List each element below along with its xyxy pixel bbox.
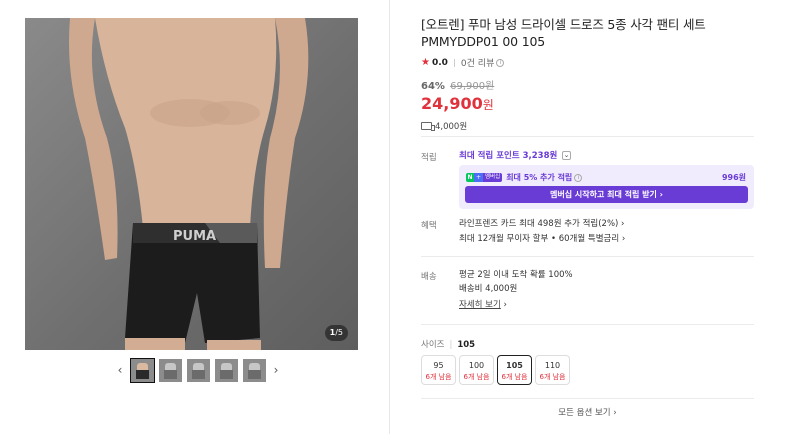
- max-points-link[interactable]: 최대 적립 포인트 3,238원: [459, 151, 557, 161]
- thumbnail-2[interactable]: [158, 358, 182, 382]
- original-price-row: 64% 69,900원: [421, 77, 754, 92]
- npay-membership-label: 멤버십: [483, 173, 503, 182]
- thumbnail-5[interactable]: [242, 358, 266, 382]
- section-divider: [421, 324, 754, 325]
- size-stock: 6개 남음: [539, 373, 566, 381]
- points-label: 적립: [421, 153, 437, 163]
- membership-info: N + 멤버십 최대 5% 추가 적립 i: [466, 172, 583, 183]
- divider: [453, 58, 455, 67]
- delivery-arrival: 평균 2일 이내 도착 확률 100%: [459, 270, 573, 280]
- size-stock: 6개 남음: [463, 373, 490, 381]
- discount-rate: 64%: [421, 81, 445, 92]
- size-header: 사이즈 | 105: [421, 340, 476, 350]
- membership-text: 최대 5% 추가 적립: [506, 173, 573, 182]
- thumbnail-strip: ‹ ›: [112, 357, 284, 383]
- truck-icon: [421, 122, 435, 131]
- size-value: 100: [468, 361, 485, 370]
- rating-row: ★ 0.0 0건 리뷰 i: [421, 56, 754, 69]
- product-info: [오트렌] 푸마 남성 드라이셀 드로즈 5종 사각 팬티 세트 PMMYDDP…: [421, 16, 754, 132]
- npay-n-logo: N: [466, 173, 474, 182]
- size-stock: 6개 남음: [425, 373, 452, 381]
- panel-divider: [389, 0, 390, 434]
- size-stock: 6개 남음: [501, 373, 528, 381]
- size-option-100[interactable]: 100 6개 남음: [459, 355, 494, 385]
- delivery-label: 배송: [421, 272, 437, 282]
- size-value: 105: [506, 361, 523, 370]
- benefits-label: 혜택: [421, 221, 437, 231]
- price-unit: 원: [482, 98, 494, 112]
- benefits-list: 라인프렌즈 카드 최대 498원 추가 적립(2%) › 최대 12개월 무이자…: [459, 218, 625, 246]
- product-title: [오트렌] 푸마 남성 드라이셀 드로즈 5종 사각 팬티 세트 PMMYDDP…: [421, 17, 706, 49]
- points-row: 최대 적립 포인트 3,238원 ⌄: [459, 150, 572, 163]
- sale-price: 24,900원: [421, 94, 754, 113]
- membership-amount: 996원: [721, 173, 746, 182]
- star-icon: ★: [421, 57, 430, 68]
- shipping-fee-row: 4,000원: [421, 120, 754, 132]
- main-product-image[interactable]: PUMA 1/5: [25, 18, 358, 350]
- delivery-more-link[interactable]: 자세히 보기 ›: [459, 299, 573, 312]
- size-option-105[interactable]: 105 6개 남음: [497, 355, 532, 385]
- thumbnail-prev-button[interactable]: ‹: [112, 358, 128, 382]
- size-value: 110: [544, 361, 561, 370]
- size-label: 사이즈: [421, 340, 445, 350]
- section-divider: [421, 136, 754, 137]
- shipping-fee: 4,000원: [435, 122, 468, 132]
- size-option-95[interactable]: 95 6개 남음: [421, 355, 456, 385]
- benefit-card-link[interactable]: 라인프렌즈 카드 최대 498원 추가 적립(2%) ›: [459, 218, 625, 231]
- membership-start-button[interactable]: 멤버십 시작하고 최대 적립 받기 ›: [465, 186, 748, 203]
- size-option-110[interactable]: 110 6개 남음: [535, 355, 570, 385]
- thumbnail-4[interactable]: [214, 358, 238, 382]
- all-options-link[interactable]: 모든 옵션 보기 ›: [421, 406, 754, 418]
- delivery-fee: 배송비 4,000원: [459, 284, 518, 294]
- thumbnail-1[interactable]: [129, 357, 155, 383]
- product-photo: PUMA: [69, 18, 309, 350]
- section-divider: [421, 256, 754, 257]
- rating-value: 0.0: [431, 57, 448, 68]
- info-icon[interactable]: i: [496, 58, 505, 67]
- original-price: 69,900원: [450, 81, 495, 92]
- image-counter-total: /5: [335, 328, 343, 337]
- image-counter: 1/5: [324, 325, 348, 341]
- thumbnail-3[interactable]: [186, 358, 210, 382]
- chevron-down-icon[interactable]: ⌄: [562, 151, 572, 160]
- sale-price-value: 24,900: [421, 94, 483, 113]
- size-selected: 105: [457, 340, 476, 350]
- membership-box: N + 멤버십 최대 5% 추가 적립 i 996원 멤버십 시작하고 최대 적…: [459, 165, 754, 209]
- size-options: 95 6개 남음 100 6개 남음 105 6개 남음 110 6개 남음: [421, 355, 573, 385]
- info-icon[interactable]: i: [574, 173, 583, 182]
- npay-membership-badge: N + 멤버십: [466, 173, 503, 182]
- thumbnail-next-button[interactable]: ›: [268, 358, 284, 382]
- delivery-more-text: 자세히 보기: [459, 300, 501, 310]
- npay-plus-logo: +: [474, 173, 483, 182]
- benefit-installment-link[interactable]: 최대 12개월 무이자 할부 • 60개월 특별금리 ›: [459, 233, 625, 246]
- section-divider: [421, 398, 754, 399]
- review-count-link[interactable]: 0건 리뷰: [461, 56, 494, 69]
- svg-text:PUMA: PUMA: [173, 229, 216, 244]
- delivery-info: 평균 2일 이내 도착 확률 100% 배송비 4,000원 자세히 보기 ›: [459, 269, 573, 312]
- size-value: 95: [433, 361, 444, 370]
